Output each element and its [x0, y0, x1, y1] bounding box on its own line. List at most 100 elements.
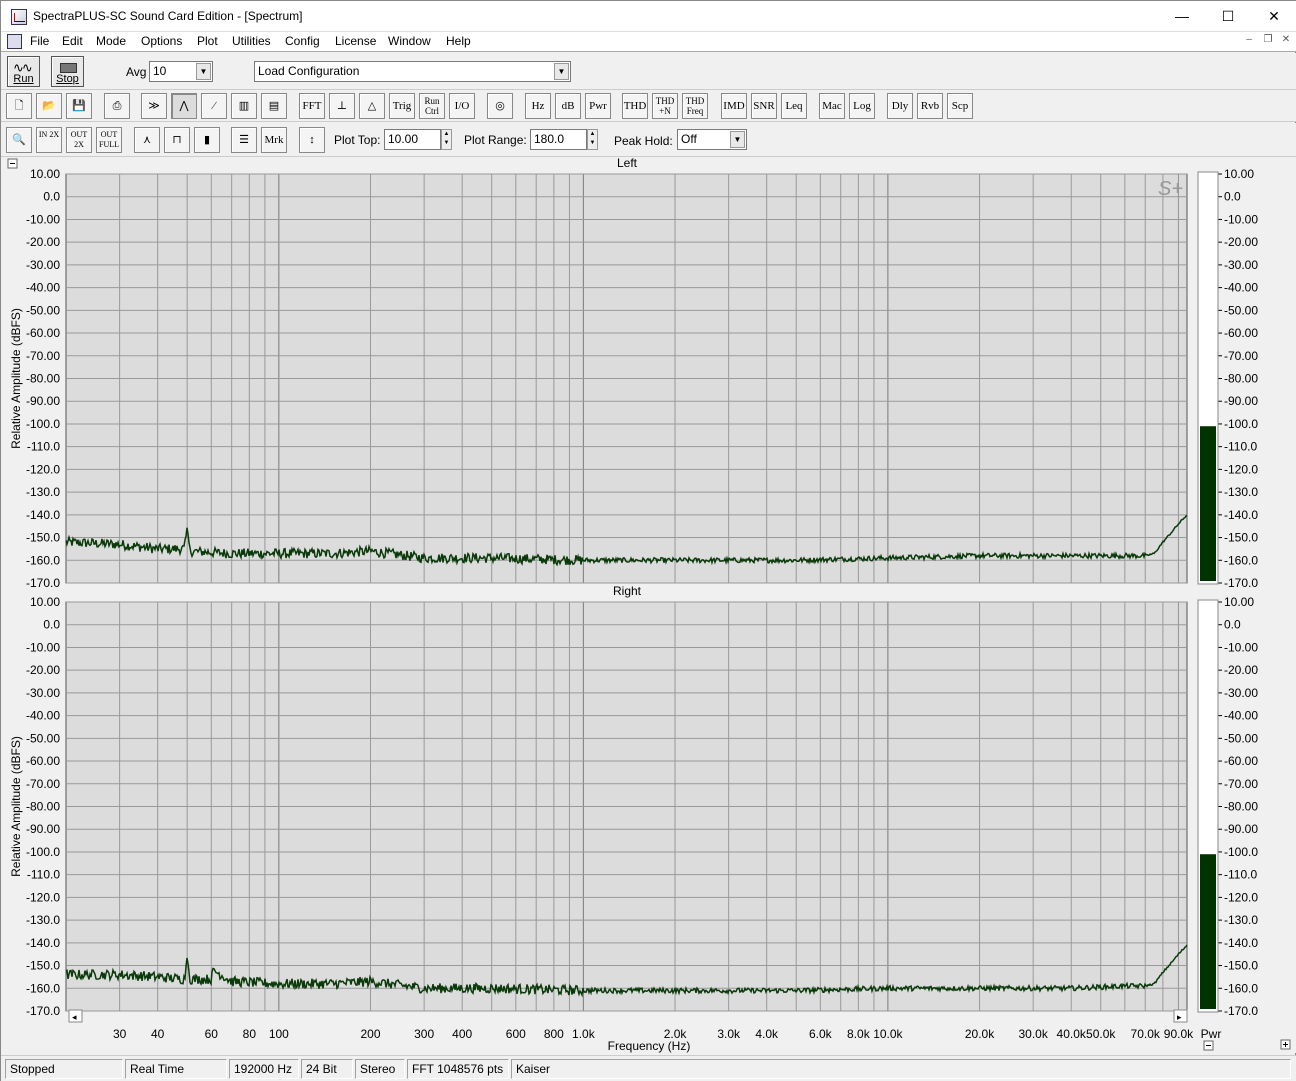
maximize-button[interactable]: ☐ [1205, 1, 1251, 32]
step-plot-icon[interactable]: ⊓ [164, 127, 190, 153]
mdi-close-button[interactable]: ✕ [1278, 34, 1294, 48]
peak-hold-value: Off [681, 132, 697, 146]
menu-config[interactable]: Config [285, 34, 320, 48]
meter-tick-label: -70.00 [1224, 777, 1258, 791]
macro-button[interactable]: Mac [819, 93, 845, 119]
thd-freq-button[interactable]: THD Freq [682, 93, 708, 119]
meter-tick-label: -30.00 [1224, 686, 1258, 700]
menu-mode[interactable]: Mode [96, 34, 126, 48]
delay-button[interactable]: Dly [887, 93, 913, 119]
new-file-icon[interactable]: 🗋 [6, 93, 32, 119]
x-tick-label: 90.0k [1164, 1027, 1194, 1041]
spinner-icon[interactable]: ▲ ▼ [587, 129, 598, 150]
menu-edit[interactable]: Edit [62, 34, 83, 48]
menu-window[interactable]: Window [388, 34, 431, 48]
x-tick-label: 20.0k [965, 1027, 995, 1041]
x-tick-label: 60 [205, 1027, 219, 1041]
menu-options[interactable]: Options [141, 34, 182, 48]
3d-surface-icon[interactable]: ▤ [261, 93, 287, 119]
hz-button[interactable]: Hz [525, 93, 551, 119]
x-axis-label: Frequency (Hz) [608, 1039, 691, 1053]
run-button[interactable]: ∿∿ Run [7, 56, 40, 87]
minimize-button[interactable]: — [1159, 1, 1205, 32]
zoom-in-button[interactable]: IN 2X [36, 127, 62, 153]
snr-button[interactable]: SNR [751, 93, 777, 119]
x-tick-label: 800 [544, 1027, 564, 1041]
pwr-button[interactable]: Pwr [585, 93, 611, 119]
plot-range-value: 180.0 [534, 132, 565, 146]
x-tick-label: 6.0k [809, 1027, 833, 1041]
meter-tick-label: -110.0 [1224, 440, 1257, 454]
chevron-down-icon[interactable]: ▼ [196, 63, 211, 80]
plot-top-input[interactable]: 10.00 ▲ ▼ [384, 129, 452, 150]
menu-license[interactable]: License [335, 34, 376, 48]
vertical-scale-icon[interactable]: ↕ [299, 127, 325, 153]
avg-select[interactable]: 10 ▼ [149, 61, 213, 82]
io-button[interactable]: I/O [449, 93, 475, 119]
menu-utilities[interactable]: Utilities [232, 34, 271, 48]
y-tick-label: -40.00 [26, 709, 60, 723]
thd-button[interactable]: THD [622, 93, 648, 119]
window-function-icon[interactable]: ⊥ [329, 93, 355, 119]
list-view-icon[interactable]: ☰ [231, 127, 257, 153]
imd-button[interactable]: IMD [721, 93, 747, 119]
bar-plot-icon[interactable]: ▮ [194, 127, 220, 153]
db-button[interactable]: dB [555, 93, 581, 119]
chevron-down-icon[interactable]: ▼ [554, 63, 569, 80]
fft-button[interactable]: FFT [299, 93, 325, 119]
log-button[interactable]: Log [849, 93, 875, 119]
stop-icon [60, 63, 77, 73]
menu-file[interactable]: File [30, 34, 49, 48]
mdi-minimize-button[interactable]: – [1241, 34, 1257, 48]
menu-plot[interactable]: Plot [197, 34, 218, 48]
print-icon[interactable]: ⎙ [104, 93, 130, 119]
status-run-state: Stopped [5, 1059, 123, 1079]
main-toolbar: ∿∿ Run Stop Avg 10 ▼ Load Configuration … [1, 53, 1296, 90]
weighting-icon[interactable]: △ [359, 93, 385, 119]
app-window: SpectraPLUS-SC Sound Card Edition - [Spe… [0, 0, 1296, 1081]
stop-button[interactable]: Stop [51, 56, 84, 87]
zoom-magnifier-icon[interactable]: 🔍 [6, 127, 32, 153]
phase-icon[interactable]: ∕ [201, 93, 227, 119]
x-tick-label: 100 [269, 1027, 289, 1041]
signal-generator-icon[interactable]: ◎ [487, 93, 513, 119]
spectrum-plot-svg[interactable]: Left 10.00 10.00 0.0 0.0 -10.00 -10.00 -20.00 -2… [2, 156, 1296, 1053]
y-tick-label: -120.0 [26, 462, 60, 476]
peak-line-icon[interactable]: ⋏ [134, 127, 160, 153]
configuration-select-value: Load Configuration [258, 64, 360, 78]
leq-button[interactable]: Leq [781, 93, 807, 119]
status-mode: Real Time [125, 1059, 227, 1079]
open-folder-icon[interactable]: 📂 [36, 93, 62, 119]
y-tick-label: -30.00 [26, 258, 60, 272]
zoom-full-button[interactable]: OUT FULL [96, 127, 122, 153]
document-icon[interactable] [7, 34, 22, 49]
plot-range-input[interactable]: 180.0 ▲ ▼ [530, 129, 598, 150]
mdi-restore-button[interactable]: ❐ [1260, 34, 1276, 48]
spectrum-mode-icon[interactable]: ⋀ [171, 93, 197, 119]
fast-forward-icon[interactable]: ≫ [141, 93, 167, 119]
run-control-button[interactable]: Run Ctrl [419, 93, 445, 119]
marker-button[interactable]: Mrk [261, 127, 287, 153]
meter-tick-label: -10.00 [1224, 640, 1258, 654]
trigger-button[interactable]: Trig [389, 93, 415, 119]
reverb-button[interactable]: Rvb [917, 93, 943, 119]
y-tick-label: -100.0 [26, 417, 60, 431]
spectrogram-icon[interactable]: ▥ [231, 93, 257, 119]
chevron-down-icon[interactable]: ▼ [730, 131, 745, 148]
spinner-icon[interactable]: ▲ ▼ [441, 129, 452, 150]
close-button[interactable]: ✕ [1251, 1, 1296, 32]
meter-tick-label: -20.00 [1224, 663, 1258, 677]
y-tick-label: -170.0 [26, 1004, 60, 1018]
menu-help[interactable]: Help [446, 34, 471, 48]
y-tick-label: -160.0 [26, 553, 60, 567]
configuration-select[interactable]: Load Configuration ▼ [254, 61, 571, 82]
save-icon[interactable]: 💾 [66, 93, 92, 119]
scope-button[interactable]: Scp [947, 93, 973, 119]
meter-tick-label: 10.00 [1224, 167, 1254, 181]
zoom-out-button[interactable]: OUT 2X [66, 127, 92, 153]
meter-tick-label: -130.0 [1224, 913, 1258, 927]
stop-button-label: Stop [56, 73, 79, 85]
peak-hold-select[interactable]: Off ▼ [677, 129, 747, 150]
meter-tick-label: -120.0 [1224, 462, 1258, 476]
thd-n-button[interactable]: THD +N [652, 93, 678, 119]
